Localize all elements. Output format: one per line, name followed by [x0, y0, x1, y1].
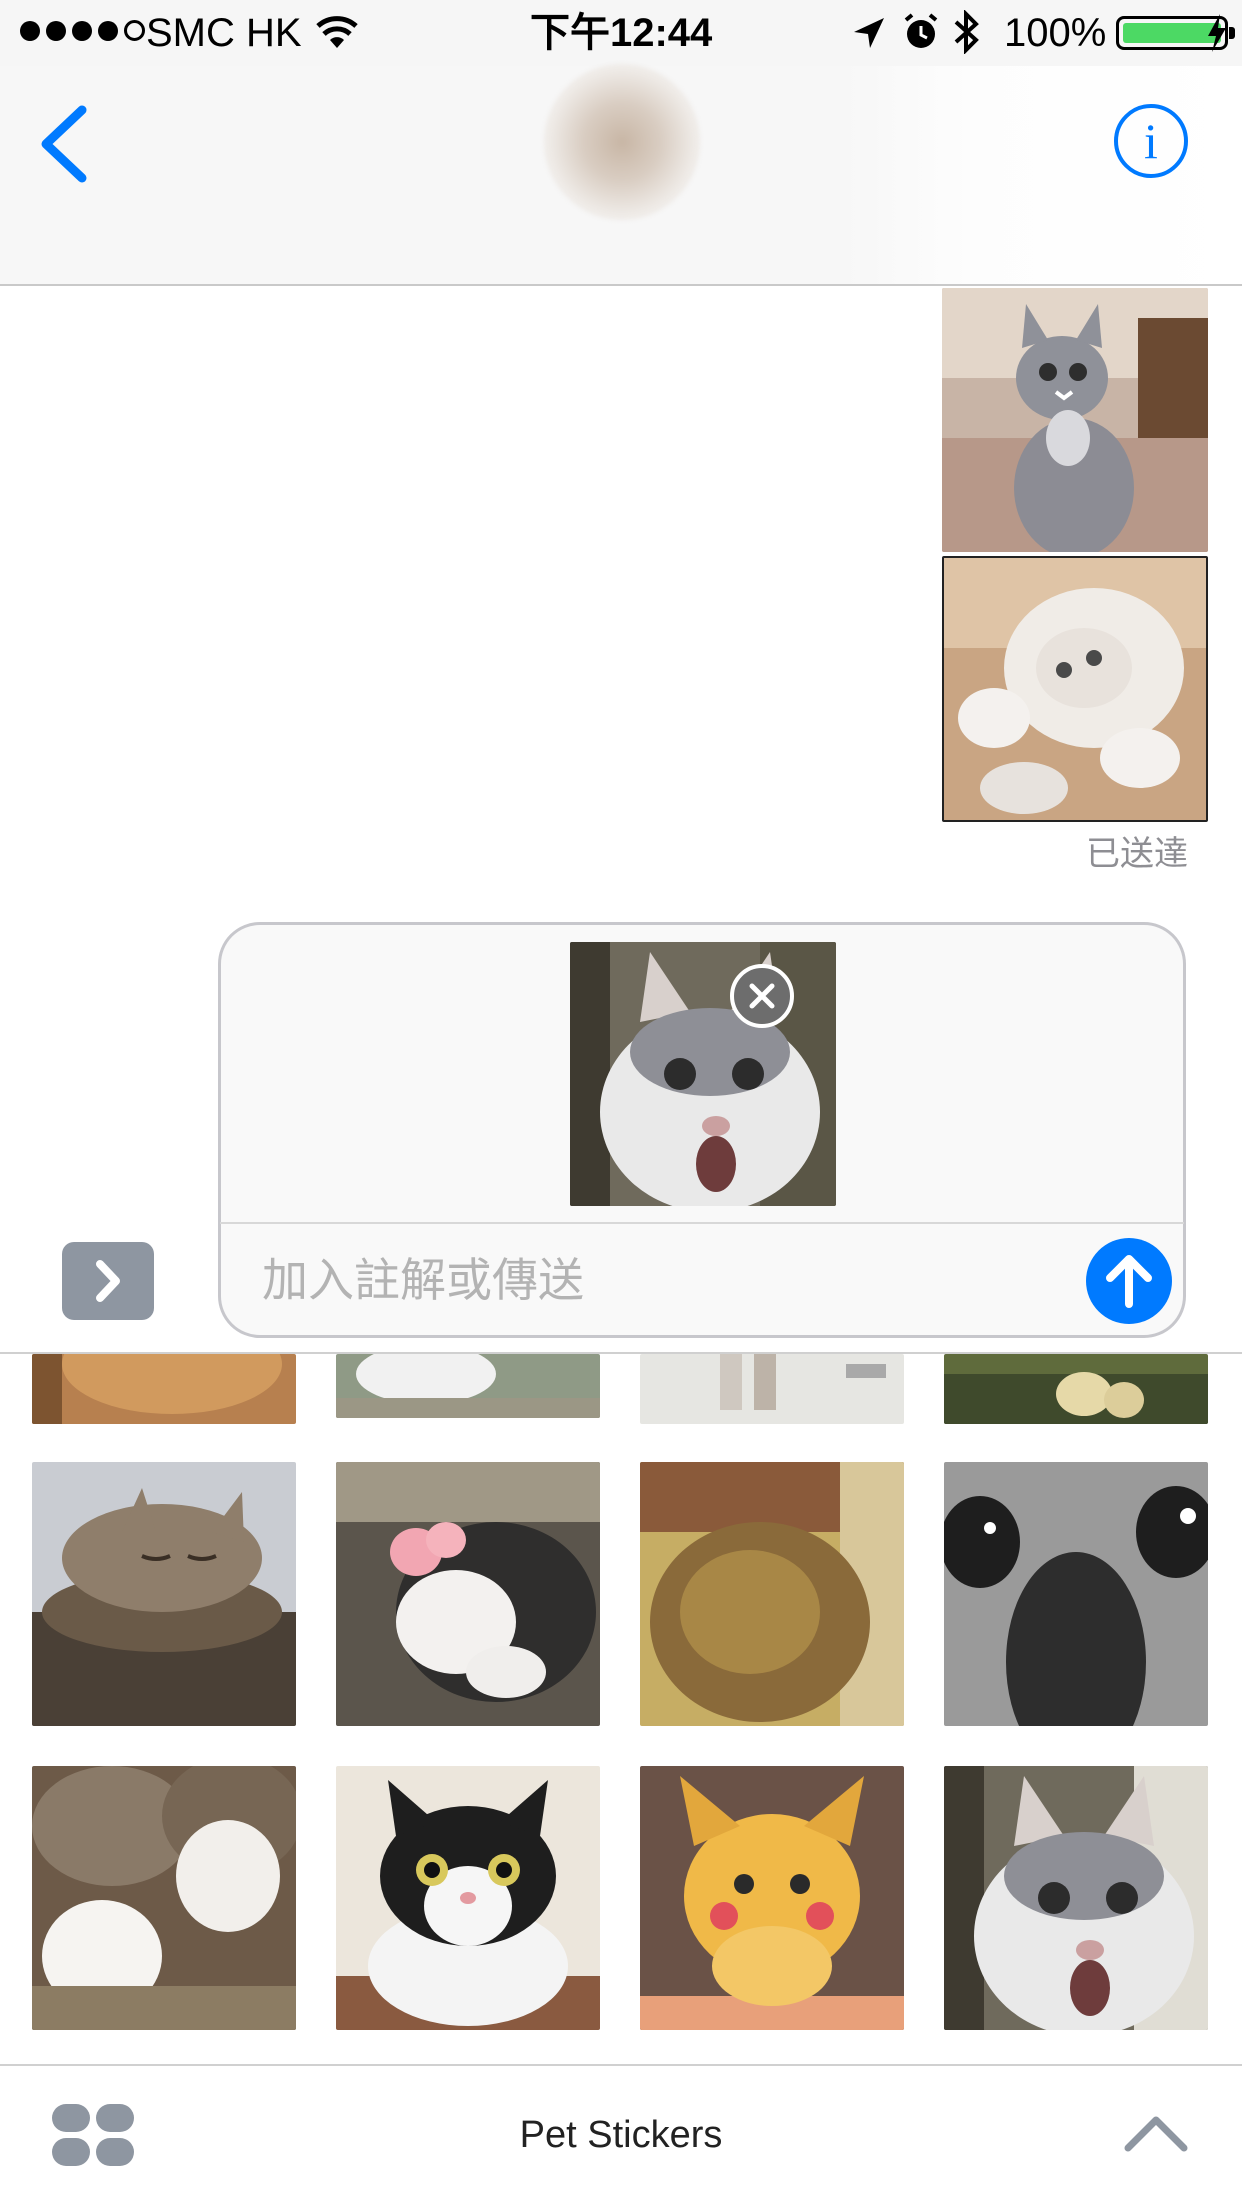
orange-cat-partial-image [32, 1354, 296, 1424]
location-arrow-icon [854, 18, 884, 48]
sticker-drawer [0, 1354, 1242, 2064]
bluetooth-icon [954, 10, 979, 54]
app-grid-icon[interactable] [52, 2104, 138, 2168]
fluffy-kitten-blurry-image [640, 1462, 904, 1726]
chevron-up-icon[interactable] [1122, 2112, 1190, 2156]
clock: 下午12:44 [530, 11, 713, 55]
gray-tabby-kitten-standing-image [942, 288, 1208, 552]
info-icon[interactable]: i [1114, 104, 1188, 178]
avatar[interactable] [544, 64, 700, 220]
sticker-item[interactable] [944, 1766, 1208, 2030]
wifi-icon [316, 16, 358, 48]
cat-closeup-eyes-image [944, 1462, 1208, 1726]
white-cat-paws-partial-image [336, 1354, 600, 1418]
sent-sticker-tabby-kitten[interactable] [942, 288, 1208, 552]
sticker-item[interactable] [32, 1766, 296, 2030]
alarm-icon [904, 13, 938, 48]
white-gray-cat-surprised-image [944, 1766, 1208, 2030]
sticker-item[interactable] [336, 1766, 600, 2030]
sent-sticker-white-cat[interactable] [942, 556, 1208, 822]
sticker-item[interactable] [944, 1354, 1208, 1424]
white-gray-cat-surprised-image [570, 942, 836, 1206]
app-name: Pet Stickers [519, 2114, 723, 2156]
message-input-placeholder[interactable]: 加入註解或傳送 [262, 1252, 584, 1308]
battery-percent: 100% [1004, 11, 1107, 55]
status-bar: SMC HK 下午12:44 100% [0, 0, 1242, 66]
apps-toggle-button[interactable] [62, 1242, 154, 1320]
kitten-legs-partial-image [640, 1354, 904, 1424]
kitten-paws-up-image [336, 1462, 600, 1726]
remove-attachment-button[interactable] [730, 964, 794, 1028]
sticker-item[interactable] [640, 1766, 904, 2030]
attached-sticker[interactable] [570, 942, 836, 1206]
signal-strength-icon [20, 20, 151, 46]
sticker-item[interactable] [32, 1462, 296, 1726]
cat-feet-on-mat-partial-image [944, 1354, 1208, 1424]
sticker-item[interactable] [32, 1354, 296, 1424]
delivery-status: 已送達 [1086, 835, 1188, 873]
orange-kitten-blush-image [640, 1766, 904, 2030]
chevron-right-icon [96, 1260, 120, 1302]
battery-tip [1229, 27, 1235, 39]
arrow-up-icon [1106, 1255, 1152, 1308]
sticker-item[interactable] [336, 1354, 600, 1418]
tuxedo-cat-shocked-image [336, 1766, 600, 2030]
compose-divider [220, 1222, 1184, 1224]
tabby-kitten-sleeping-image [32, 1462, 296, 1726]
tabby-paws-on-rope-image [32, 1766, 296, 2030]
carrier-label: SMC HK [146, 11, 302, 55]
chevron-left-icon[interactable] [36, 104, 96, 184]
close-icon [749, 983, 775, 1009]
white-cat-upside-down-image [944, 558, 1206, 820]
sticker-item[interactable] [640, 1354, 904, 1424]
send-button[interactable] [1086, 1238, 1172, 1324]
sticker-item[interactable] [944, 1462, 1208, 1726]
sticker-item[interactable] [336, 1462, 600, 1726]
sticker-item[interactable] [640, 1462, 904, 1726]
charging-bolt-icon [1208, 14, 1226, 52]
